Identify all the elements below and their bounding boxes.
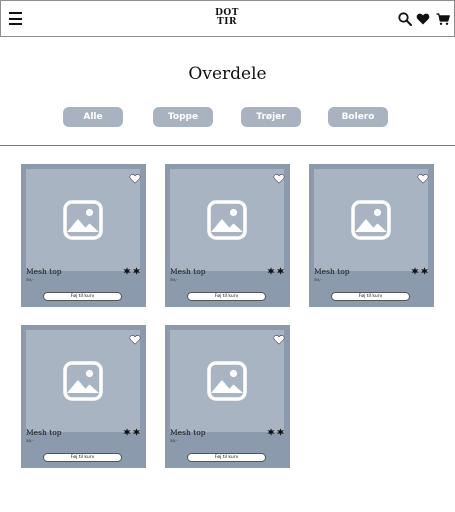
logo[interactable]: DOT TIR — [212, 9, 242, 27]
add-to-cart-button[interactable]: Føj til kurv — [187, 453, 266, 462]
product-price: 50,- — [26, 438, 34, 443]
product-card[interactable]: Mesh top 50,- Føj til kurv — [21, 164, 146, 307]
heart-icon[interactable] — [416, 12, 430, 26]
add-to-cart-button[interactable]: Føj til kurv — [43, 292, 122, 301]
filter-toppe-button[interactable]: Toppe — [153, 107, 213, 127]
product-name: Mesh top — [170, 267, 206, 276]
product-image[interactable] — [26, 169, 140, 271]
star-icon — [123, 428, 141, 436]
heart-outline-icon[interactable] — [129, 173, 141, 184]
add-to-cart-button[interactable]: Føj til kurv — [331, 292, 410, 301]
filter-trojer-button[interactable]: Trøjer — [241, 107, 301, 127]
site-header: DOT TIR — [0, 0, 455, 37]
heart-outline-icon[interactable] — [273, 334, 285, 345]
star-icon — [123, 267, 141, 275]
product-card[interactable]: Mesh top 50,- Føj til kurv — [309, 164, 434, 307]
divider — [0, 145, 455, 146]
add-to-cart-button[interactable]: Føj til kurv — [43, 453, 122, 462]
shopping-cart-icon[interactable] — [436, 12, 450, 26]
page-title: Overdele — [188, 64, 267, 84]
image-placeholder-icon — [207, 200, 247, 240]
category-filters: Alle Toppe Trøjer Bolero — [0, 107, 455, 127]
product-image[interactable] — [170, 330, 284, 432]
image-placeholder-icon — [63, 361, 103, 401]
product-card[interactable]: Mesh top 50,- Føj til kurv — [21, 325, 146, 468]
star-icon — [267, 267, 285, 275]
product-name: Mesh top — [314, 267, 350, 276]
product-name: Mesh top — [26, 267, 62, 276]
image-placeholder-icon — [207, 361, 247, 401]
star-icon — [411, 267, 429, 275]
logo-line-2: TIR — [217, 17, 237, 27]
product-name: Mesh top — [170, 428, 206, 437]
product-image[interactable] — [314, 169, 428, 271]
heart-outline-icon[interactable] — [273, 173, 285, 184]
product-price: 50,- — [314, 277, 322, 282]
hamburger-menu-icon[interactable] — [9, 12, 22, 26]
heart-outline-icon[interactable] — [129, 334, 141, 345]
star-icon — [267, 428, 285, 436]
add-to-cart-button[interactable]: Føj til kurv — [187, 292, 266, 301]
image-placeholder-icon — [351, 200, 391, 240]
product-name: Mesh top — [26, 428, 62, 437]
product-image[interactable] — [170, 169, 284, 271]
product-card[interactable]: Mesh top 50,- Føj til kurv — [165, 164, 290, 307]
product-price: 50,- — [170, 277, 178, 282]
filter-bolero-button[interactable]: Bolero — [328, 107, 388, 127]
search-icon[interactable] — [398, 12, 412, 26]
image-placeholder-icon — [63, 200, 103, 240]
product-card[interactable]: Mesh top 50,- Føj til kurv — [165, 325, 290, 468]
product-image[interactable] — [26, 330, 140, 432]
filter-alle-button[interactable]: Alle — [63, 107, 123, 127]
product-price: 50,- — [170, 438, 178, 443]
product-price: 50,- — [26, 277, 34, 282]
heart-outline-icon[interactable] — [417, 173, 429, 184]
